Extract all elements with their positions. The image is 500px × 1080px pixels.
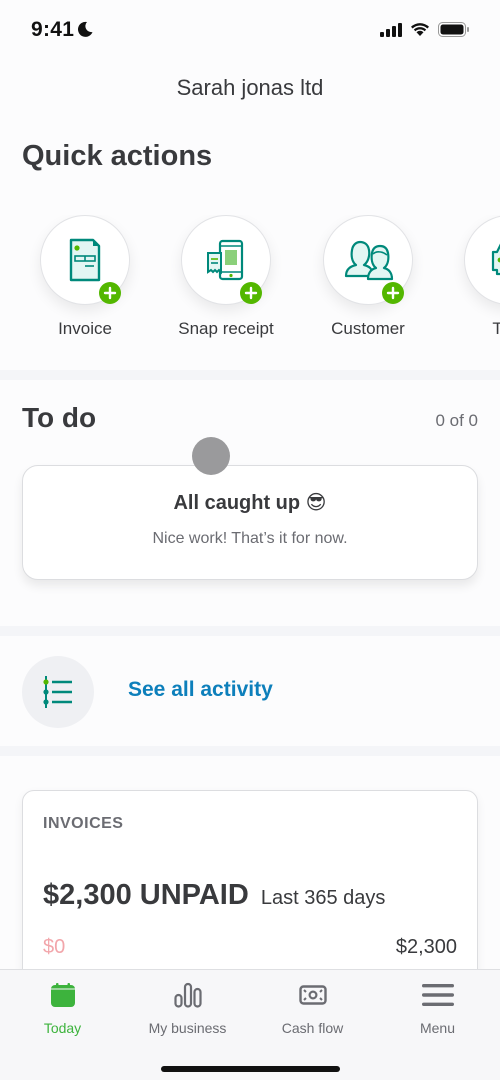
quick-action-snap-receipt[interactable]: Snap receipt [161,215,291,339]
unpaid-amount: $2,300 UNPAID [43,879,249,911]
invoices-min-value: $0 [43,936,66,958]
quick-action-track-mileage[interactable]: Trac [444,215,500,339]
invoices-card[interactable]: INVOICES $2,300 UNPAID Last 365 days $0 … [22,790,478,970]
quick-action-label: Trac [492,319,500,338]
header-section: Sarah jonas ltd Quick actions Invoice Sn… [0,60,500,370]
tab-label: Today [43,1020,82,1036]
calendar-icon [50,983,75,1007]
plus-icon [240,282,262,304]
quick-actions-carousel[interactable]: Invoice Snap receipt Customer T [0,215,500,355]
quick-action-customer[interactable]: Customer [303,215,433,339]
todo-count: 0 of 0 [435,411,478,430]
invoices-period: Last 365 days [260,887,386,909]
tab-cash-flow[interactable]: Cash flow [250,980,375,1036]
quick-action-invoice-button[interactable] [40,215,130,305]
quick-actions-title: Quick actions [22,140,213,172]
status-icons [380,22,470,37]
moon-icon [77,21,93,37]
invoice-icon [69,238,101,282]
tab-my-business[interactable]: My business [125,980,250,1036]
todo-card: All caught up 😎 Nice work! That’s it for… [22,465,478,580]
invoices-max-value: $2,300 [395,936,457,958]
cash-icon [298,985,327,1005]
todo-title: To do [22,402,97,433]
quick-action-label: Snap receipt [178,319,274,338]
bottom-tab-bar: Today My business Cash flow Menu [0,969,500,1080]
todo-section: To do 0 of 0 All caught up 😎 Nice work! … [0,380,500,626]
hamburger-menu-icon [421,984,454,1006]
snap-receipt-icon [207,239,244,281]
tab-label: Menu [419,1020,456,1036]
plus-icon [382,282,404,304]
tab-label: Cash flow [281,1020,344,1036]
home-indicator[interactable] [161,1066,340,1072]
activity-section[interactable]: See all activity [0,636,500,746]
bar-chart-icon [173,982,202,1008]
wifi-icon [411,23,429,36]
quick-action-track-mileage-button[interactable] [464,215,500,305]
tab-label: My business [148,1020,227,1036]
tab-today[interactable]: Today [0,980,125,1036]
see-all-activity-link[interactable]: See all activity [128,678,273,702]
invoices-label: INVOICES [43,815,124,832]
quick-action-snap-receipt-button[interactable] [181,215,271,305]
activity-list-icon [22,656,94,728]
invoices-unpaid-amount: $2,300 UNPAID Last 365 days [43,879,385,912]
todo-card-subtitle: Nice work! That’s it for now. [152,530,348,547]
tab-menu[interactable]: Menu [375,980,500,1036]
page-indicator-dot[interactable] [192,437,230,475]
track-mileage-icon [491,243,500,276]
customer-icon [344,240,394,281]
invoices-section: INVOICES $2,300 UNPAID Last 365 days $0 … [0,756,500,970]
battery-icon [438,22,469,37]
quick-action-label: Invoice [58,319,112,338]
quick-action-invoice[interactable]: Invoice [20,215,150,339]
status-time: 9:41 [31,18,75,41]
todo-card-title: All caught up 😎 [173,492,327,514]
company-name[interactable]: Sarah jonas ltd [0,75,500,101]
quick-action-label: Customer [331,319,405,338]
signal-icon [380,22,402,37]
plus-icon [99,282,121,304]
status-bar: 9:41 [0,0,500,60]
quick-action-customer-button[interactable] [323,215,413,305]
